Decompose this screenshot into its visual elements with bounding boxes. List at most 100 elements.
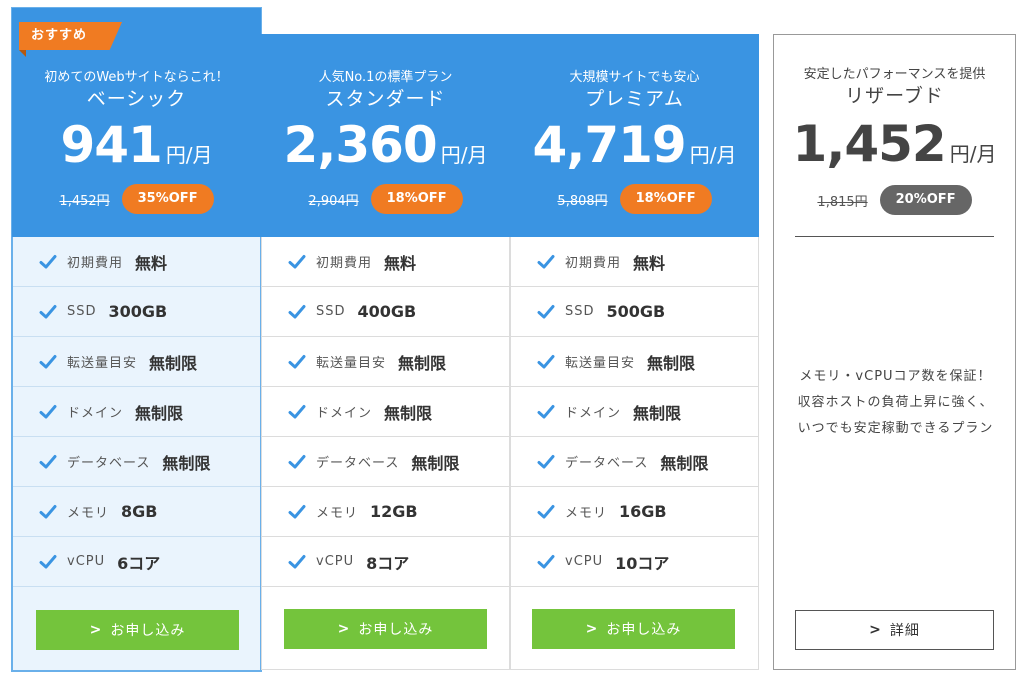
- feature-value: 無料: [384, 253, 417, 273]
- feature-label: 転送量目安: [565, 356, 636, 371]
- chevron-right-icon: >: [89, 622, 103, 638]
- check-icon: [288, 454, 306, 468]
- feature-value: 400GB: [357, 302, 417, 321]
- apply-button[interactable]: > お申し込み: [36, 610, 239, 650]
- plan-name: リザーブド: [845, 85, 944, 107]
- feature-value: 6コア: [117, 553, 161, 573]
- feature-value: 無制限: [647, 353, 696, 373]
- old-price: 2,904円: [308, 193, 359, 209]
- feature-value: 8コア: [366, 553, 410, 573]
- check-icon: [39, 254, 57, 268]
- plan-tagline: 人気No.1の標準プラン: [318, 70, 453, 85]
- feature-row: vCPU 6コア: [13, 537, 260, 587]
- feature-row: データベース 無制限: [13, 437, 260, 487]
- feature-label: ドメイン: [565, 406, 622, 421]
- plan-tagline: 大規模サイトでも安心: [569, 70, 700, 85]
- feature-row: メモリ 8GB: [13, 487, 260, 537]
- details-button-label: 詳細: [889, 623, 920, 639]
- price-unit: 円/月: [440, 143, 488, 167]
- check-icon: [537, 454, 555, 468]
- check-icon: [39, 404, 57, 418]
- feature-label: 転送量目安: [67, 356, 138, 371]
- feature-value: 8GB: [121, 502, 158, 521]
- discount-badge: 18%OFF: [619, 184, 712, 214]
- check-icon: [537, 254, 555, 268]
- price-unit: 円/月: [689, 143, 737, 167]
- feature-label: SSD: [67, 304, 97, 319]
- price-amount: 1,452: [792, 115, 947, 173]
- discount-badge: 35%OFF: [121, 184, 214, 214]
- feature-row: ドメイン 無制限: [511, 387, 758, 437]
- old-price: 5,808円: [557, 193, 608, 209]
- discount-badge: 20%OFF: [879, 185, 972, 215]
- feature-value: 無制限: [660, 453, 709, 473]
- check-icon: [288, 404, 306, 418]
- plan-tagline: 初めてのWebサイトならこれ！: [44, 70, 229, 85]
- check-icon: [39, 504, 57, 518]
- feature-value: 無制限: [135, 403, 184, 423]
- check-icon: [39, 454, 57, 468]
- feature-row: 初期費用 無料: [13, 237, 260, 287]
- plan-price: 4,719 円/月: [510, 116, 759, 174]
- check-icon: [537, 554, 555, 568]
- feature-label: vCPU: [316, 554, 355, 569]
- check-icon: [537, 304, 555, 318]
- ribbon-fold: [19, 50, 26, 57]
- check-icon: [288, 504, 306, 518]
- feature-row: SSD 300GB: [13, 287, 260, 337]
- feature-value: 無制限: [633, 403, 682, 423]
- feature-row: ドメイン 無制限: [262, 387, 509, 437]
- plan-header: 人気No.1の標準プラン スタンダード 2,360 円/月 2,904円 18%OF…: [261, 34, 510, 237]
- feature-value: 12GB: [370, 502, 418, 521]
- feature-value: 無料: [633, 253, 666, 273]
- price-amount: 941: [60, 116, 162, 174]
- price-unit: 円/月: [949, 142, 997, 166]
- feature-row: SSD 400GB: [262, 287, 509, 337]
- details-button[interactable]: > 詳細: [795, 610, 994, 650]
- feature-value: 無制限: [162, 453, 211, 473]
- plan-name: ベーシック: [86, 88, 187, 110]
- feature-label: SSD: [316, 304, 346, 319]
- check-icon: [288, 304, 306, 318]
- feature-label: SSD: [565, 304, 595, 319]
- plan-card-premium: 大規模サイトでも安心 プレミアム 4,719 円/月 5,808円 18%OFF 初…: [510, 34, 759, 670]
- plan-card-reserved: 安定したパフォーマンスを提供 リザーブド 1,452 円/月 1,815円 20%O…: [773, 34, 1016, 670]
- plan-card-basic: 初めてのWebサイトならこれ！ ベーシック 941 円/月 1,452円 35%OF…: [11, 7, 262, 672]
- discount-row: 5,808円 18%OFF: [510, 184, 759, 214]
- check-icon: [288, 254, 306, 268]
- feature-row: ドメイン 無制限: [13, 387, 260, 437]
- feature-row: 転送量目安 無制限: [511, 337, 758, 387]
- feature-label: メモリ: [565, 506, 608, 521]
- chevron-right-icon: >: [869, 622, 882, 638]
- apply-button[interactable]: > お申し込み: [284, 609, 487, 649]
- feature-row: SSD 500GB: [511, 287, 758, 337]
- apply-button[interactable]: > お申し込み: [532, 609, 735, 649]
- apply-button-label: お申し込み: [358, 622, 434, 638]
- feature-label: データベース: [316, 456, 400, 471]
- feature-label: データベース: [565, 456, 649, 471]
- feature-list: 初期費用 無料 SSD 500GB 転送量目安 無制限 ドメイン 無制限 データベース 無制限 メモ…: [510, 237, 759, 670]
- feature-label: ドメイン: [67, 406, 124, 421]
- feature-row: 初期費用 無料: [262, 237, 509, 287]
- feature-row: 初期費用 無料: [511, 237, 758, 287]
- check-icon: [288, 354, 306, 368]
- feature-label: 初期費用: [67, 256, 124, 271]
- feature-value: 無制限: [398, 353, 447, 373]
- plan-header: 大規模サイトでも安心 プレミアム 4,719 円/月 5,808円 18%OFF: [510, 34, 759, 237]
- feature-label: vCPU: [67, 554, 106, 569]
- feature-label: 初期費用: [565, 256, 622, 271]
- feature-row: 転送量目安 無制限: [13, 337, 260, 387]
- plan-tagline: 安定したパフォーマンスを提供: [803, 67, 986, 82]
- apply-button-label: お申し込み: [606, 622, 682, 638]
- check-icon: [288, 554, 306, 568]
- old-price: 1,815円: [817, 194, 868, 210]
- price-amount: 4,719: [532, 116, 687, 174]
- check-icon: [537, 404, 555, 418]
- feature-value: 無制限: [149, 353, 198, 373]
- plan-name: プレミアム: [585, 88, 684, 110]
- feature-label: vCPU: [565, 554, 604, 569]
- feature-row: 転送量目安 無制限: [262, 337, 509, 387]
- chevron-right-icon: >: [337, 621, 351, 637]
- feature-row: データベース 無制限: [262, 437, 509, 487]
- old-price: 1,452円: [59, 193, 110, 209]
